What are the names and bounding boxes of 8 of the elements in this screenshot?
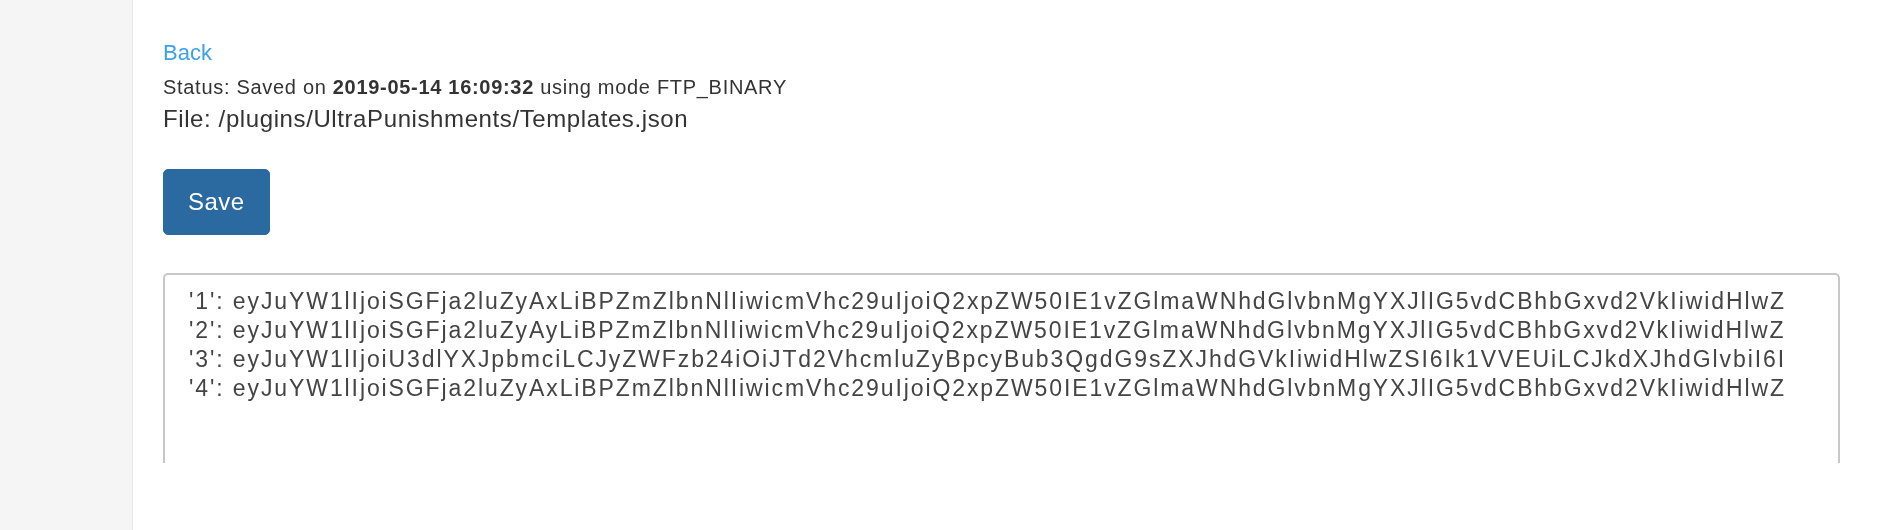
save-button[interactable]: Save — [163, 169, 270, 235]
status-text: Status: Saved on 2019-05-14 16:09:32 using mode FTP_BINARY — [163, 75, 787, 100]
code-line: '4': eyJuYW1lIjoiSGFja2luZyAxLiBPZmZlbnNlIiwicmVhc29uIjoiQ2xpZW50IE1vZGlmaWNhdGlvbnMgYXJlIG5vdCBhbGxvd2VkIiwidHlwZ — [189, 374, 1787, 403]
code-line: '2': eyJuYW1lIjoiSGFja2luZyAyLiBPZmZlbnNlIiwicmVhc29uIjoiQ2xpZW50IE1vZGlmaWNhdGlvbnMgYXJlIG5vdCBhbGxvd2VkIiwidHlwZ — [189, 316, 1787, 345]
file-path: File: /plugins/UltraPunishments/Templates.json — [163, 105, 689, 133]
code-line: '1': eyJuYW1lIjoiSGFja2luZyAxLiBPZmZlbnNlIiwicmVhc29uIjoiQ2xpZW50IE1vZGlmaWNhdGlvbnMgYXJlIG5vdCBhbGxvd2VkIiwidHlwZ — [189, 287, 1787, 316]
code-line: '3': eyJuYW1lIjoiU3dlYXJpbmciLCJyZWFzb24iOiJTd2VhcmluZyBpcyBub3QgdG9sZXJhdGVkIiwidHlwZSI6Ik1VVEUiLCJkdXJhdGlvbiI6I — [189, 345, 1787, 374]
text-area[interactable] — [163, 273, 1840, 463]
